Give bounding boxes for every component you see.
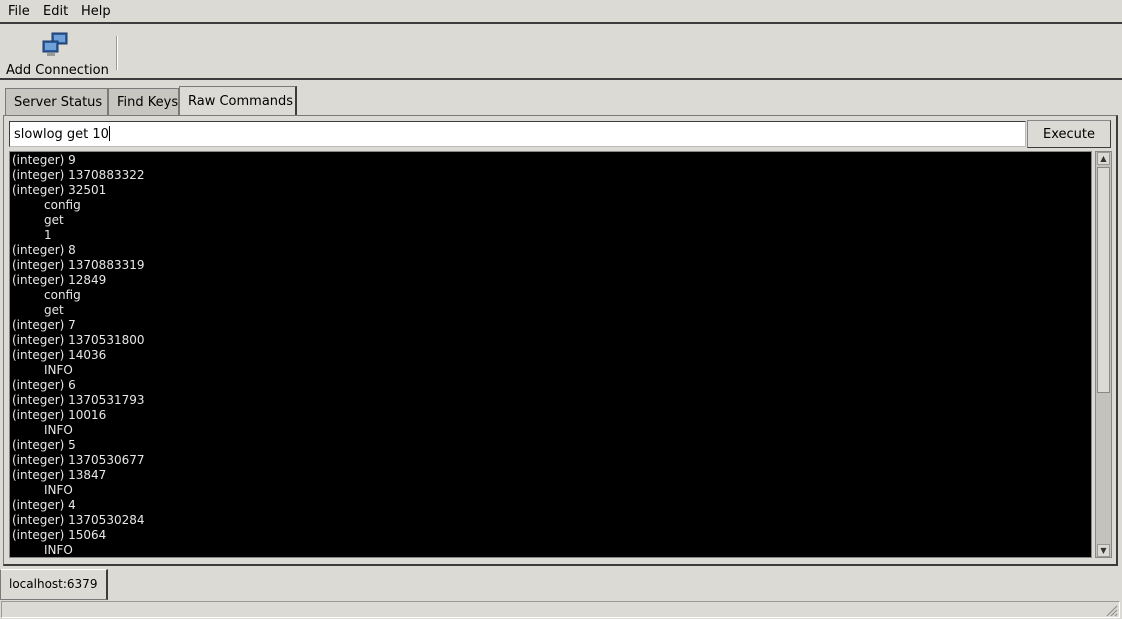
output-line: (integer) 4 xyxy=(12,498,76,512)
output-line: (integer) 32501 xyxy=(12,183,107,197)
menu-bar: File Edit Help xyxy=(0,0,1122,24)
output-line: config xyxy=(44,288,81,302)
status-bar xyxy=(1,601,1120,618)
output-line: (integer) 1370531793 xyxy=(12,393,145,407)
toolbar-separator xyxy=(116,36,118,70)
execute-button[interactable]: Execute xyxy=(1027,120,1111,148)
output-line: (integer) 15064 xyxy=(12,528,107,542)
output-line: (integer) 1370883322 xyxy=(12,168,145,182)
output-line: (integer) 1370531800 xyxy=(12,333,145,347)
output-line: INFO xyxy=(44,483,73,497)
scrollbar-thumb[interactable] xyxy=(1097,167,1110,393)
output-line: INFO xyxy=(44,423,73,437)
menu-help[interactable]: Help xyxy=(81,4,111,19)
output-line: INFO xyxy=(44,543,73,557)
output-scrollbar[interactable]: ▲ ▼ xyxy=(1095,151,1112,558)
output-line: get xyxy=(44,213,64,227)
output-line: (integer) 14036 xyxy=(12,348,107,362)
scroll-up-icon[interactable]: ▲ xyxy=(1097,152,1110,165)
output-line: 1 xyxy=(44,228,52,242)
tab-raw-commands[interactable]: Raw Commands xyxy=(179,86,297,116)
text-cursor xyxy=(108,126,110,141)
toolbar: Add Connection xyxy=(0,25,1122,80)
resize-grip-icon[interactable] xyxy=(1104,603,1118,617)
network-computers-icon xyxy=(42,32,68,56)
add-connection-button[interactable]: Add Connection xyxy=(4,30,110,78)
output-line: get xyxy=(44,303,64,317)
tab-server-status[interactable]: Server Status xyxy=(5,88,108,115)
output-line: (integer) 5 xyxy=(12,438,76,452)
output-line: (integer) 7 xyxy=(12,318,76,332)
output-line: (integer) 10016 xyxy=(12,408,107,422)
menu-file[interactable]: File xyxy=(8,4,30,19)
command-text: slowlog get 10 xyxy=(14,127,109,142)
output-line: (integer) 12849 xyxy=(12,273,107,287)
output-console[interactable]: (integer) 9 (integer) 1370883322 (integer)… xyxy=(9,151,1092,558)
connection-tab[interactable]: localhost:6379 xyxy=(0,569,108,600)
output-line: (integer) 13847 xyxy=(12,468,107,482)
tab-find-keys[interactable]: Find Keys xyxy=(108,88,179,115)
output-line: (integer) 1370883319 xyxy=(12,258,145,272)
output-line: INFO xyxy=(44,363,73,377)
menu-edit[interactable]: Edit xyxy=(43,4,68,19)
scroll-down-icon[interactable]: ▼ xyxy=(1097,544,1110,557)
add-connection-label: Add Connection xyxy=(6,63,109,78)
output-line: config xyxy=(44,198,81,212)
output-line: (integer) 8 xyxy=(12,243,76,257)
output-line: (integer) 1370530677 xyxy=(12,453,145,467)
output-line: (integer) 6 xyxy=(12,378,76,392)
output-line: (integer) 1370530284 xyxy=(12,513,145,527)
output-line: (integer) 9 xyxy=(12,153,76,167)
command-input[interactable]: slowlog get 10 xyxy=(9,121,1026,147)
